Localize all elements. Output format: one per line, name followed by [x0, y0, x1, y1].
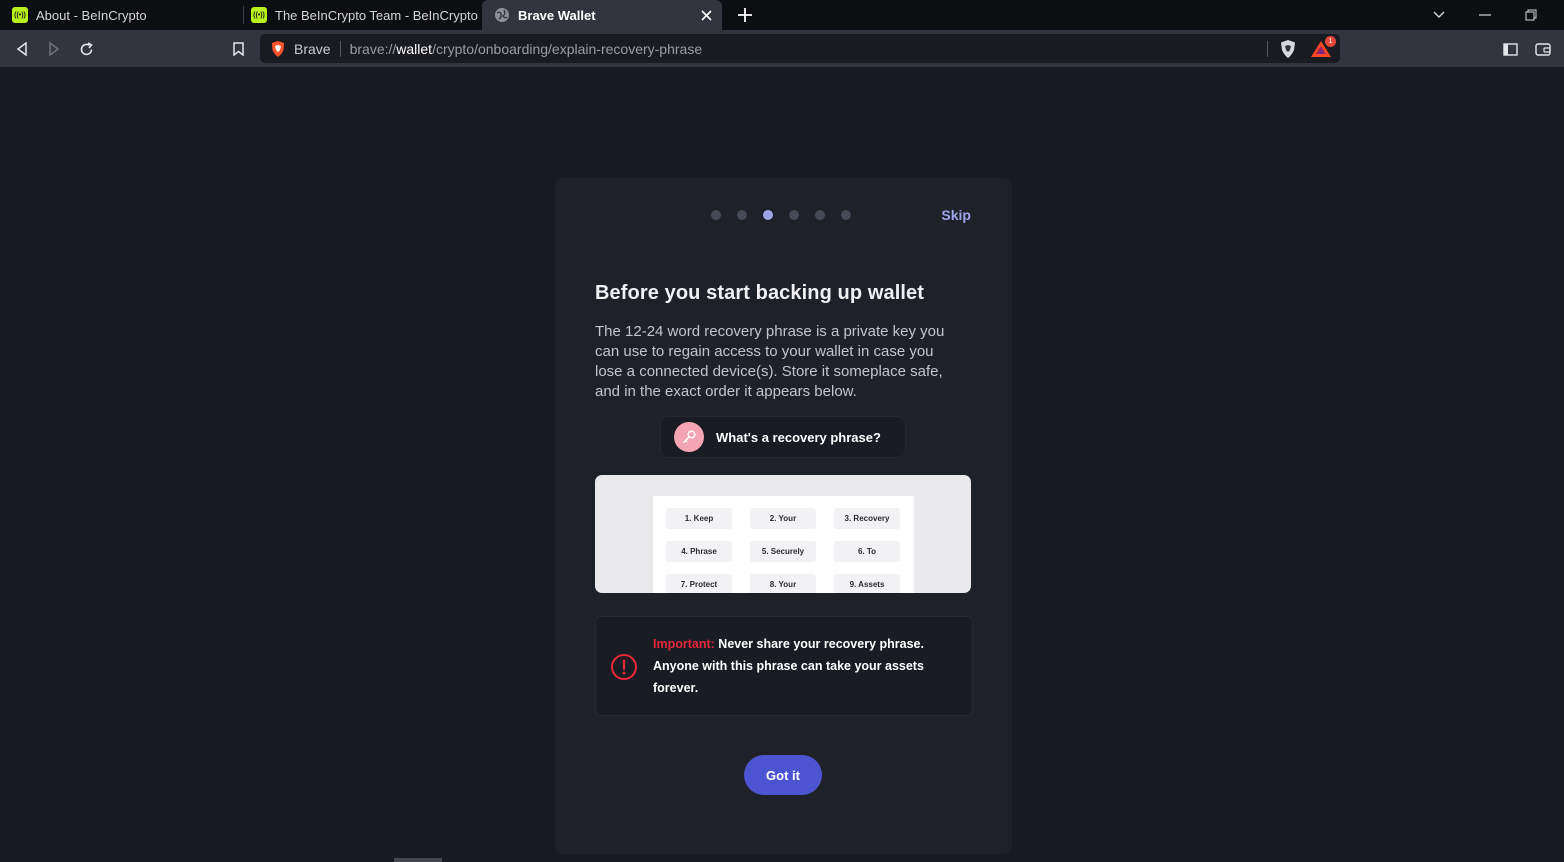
phrase-word: 8. Your: [750, 574, 816, 593]
tab-beincrypto-team[interactable]: ((•)) The BeInCrypto Team - BeInCrypto: [239, 0, 481, 30]
warning-label: Important:: [653, 637, 715, 651]
warning-exclamation-icon: [611, 654, 637, 680]
restore-window-icon[interactable]: [1521, 5, 1541, 25]
wallet-onboarding-page: Skip Before you start backing up wallet …: [0, 67, 1564, 862]
shield-label: Brave: [294, 40, 331, 57]
address-bar[interactable]: Brave brave://wallet/crypto/onboarding/e…: [260, 34, 1340, 63]
browser-toolbar: Brave brave://wallet/crypto/onboarding/e…: [0, 30, 1564, 67]
step-dot: [841, 210, 851, 220]
warning-text: Important: Never share your recovery phr…: [653, 633, 953, 699]
forward-button[interactable]: [42, 37, 66, 61]
reload-icon: [80, 41, 93, 55]
tab-title: About - BeInCrypto: [36, 7, 147, 23]
minimize-window-icon[interactable]: [1475, 5, 1495, 25]
horizontal-scrollbar[interactable]: [394, 858, 442, 862]
rewards-badge: 1: [1325, 35, 1336, 47]
phrase-word: 1. Keep: [666, 508, 732, 529]
phrase-word: 3. Recovery: [834, 508, 900, 529]
phrase-word: 9. Assets: [834, 574, 900, 593]
reload-button[interactable]: [74, 37, 98, 61]
sidebar-icon: [1502, 42, 1518, 56]
globe-icon: [494, 7, 510, 23]
recovery-phrase-illustration: 1. Keep 2. Your 3. Recovery 4. Phrase 5.…: [595, 475, 971, 593]
bookmark-button[interactable]: [226, 37, 250, 61]
close-tab-icon[interactable]: [698, 7, 714, 23]
key-icon: [674, 422, 704, 452]
step-dot: [737, 210, 747, 220]
tab-brave-wallet[interactable]: Brave Wallet: [482, 0, 722, 30]
forward-arrow-icon: [49, 42, 60, 56]
url-path: /crypto/onboarding/explain-recovery-phra…: [432, 40, 703, 57]
security-warning: Important: Never share your recovery phr…: [595, 616, 973, 716]
step-dot: [815, 210, 825, 220]
back-arrow-icon: [16, 42, 27, 56]
tab-about-beincrypto[interactable]: ((•)) About - BeInCrypto: [0, 0, 242, 30]
phrase-word: 2. Your: [750, 508, 816, 529]
step-dot-current: [763, 210, 773, 220]
brave-shields-button[interactable]: [1280, 39, 1296, 58]
sidebar-toggle-button[interactable]: [1498, 37, 1522, 61]
plus-icon: [738, 8, 752, 22]
tab-strip: ((•)) About - BeInCrypto ((•)) The BeInC…: [0, 0, 1564, 30]
whats-recovery-phrase-label: What's a recovery phrase?: [716, 429, 881, 445]
phrase-word: 7. Protect: [666, 574, 732, 593]
bookmark-icon: [232, 42, 244, 56]
brave-shield-icon[interactable]: [271, 40, 287, 57]
omnibox-actions: 1: [1267, 34, 1340, 63]
page-title: Before you start backing up wallet: [595, 282, 925, 304]
tab-search-chevron-down-icon[interactable]: [1429, 5, 1449, 25]
url-scheme: brave://: [349, 40, 397, 57]
omnibox-divider: [339, 40, 341, 57]
url-text[interactable]: brave://wallet/crypto/onboarding/explain…: [350, 41, 703, 57]
beincrypto-icon: ((•)): [251, 7, 267, 23]
brave-rewards-button[interactable]: 1: [1310, 35, 1336, 58]
whats-recovery-phrase-button[interactable]: What's a recovery phrase?: [660, 416, 906, 458]
phrase-word: 4. Phrase: [666, 541, 732, 562]
phrase-word: 6. To: [834, 541, 900, 562]
step-indicator: [711, 210, 851, 220]
step-dot: [711, 210, 721, 220]
beincrypto-icon: ((•)): [12, 7, 28, 23]
onboarding-card: Skip Before you start backing up wallet …: [555, 178, 1012, 854]
phrase-sheet: 1. Keep 2. Your 3. Recovery 4. Phrase 5.…: [653, 496, 914, 593]
description-text: The 12-24 word recovery phrase is a priv…: [595, 323, 945, 400]
back-button[interactable]: [10, 37, 34, 61]
url-host: wallet: [396, 40, 433, 57]
tab-title: The BeInCrypto Team - BeInCrypto: [275, 7, 478, 23]
new-tab-button[interactable]: [734, 4, 756, 26]
got-it-button[interactable]: Got it: [744, 755, 822, 795]
wallet-icon: [1535, 42, 1551, 56]
wallet-button[interactable]: [1531, 37, 1555, 61]
phrase-word: 5. Securely: [750, 541, 816, 562]
brave-lion-icon: [1281, 39, 1295, 58]
omnibox-divider: [1267, 40, 1268, 57]
tab-title: Brave Wallet: [518, 7, 596, 23]
skip-button[interactable]: Skip: [941, 207, 971, 223]
step-dot: [789, 210, 799, 220]
